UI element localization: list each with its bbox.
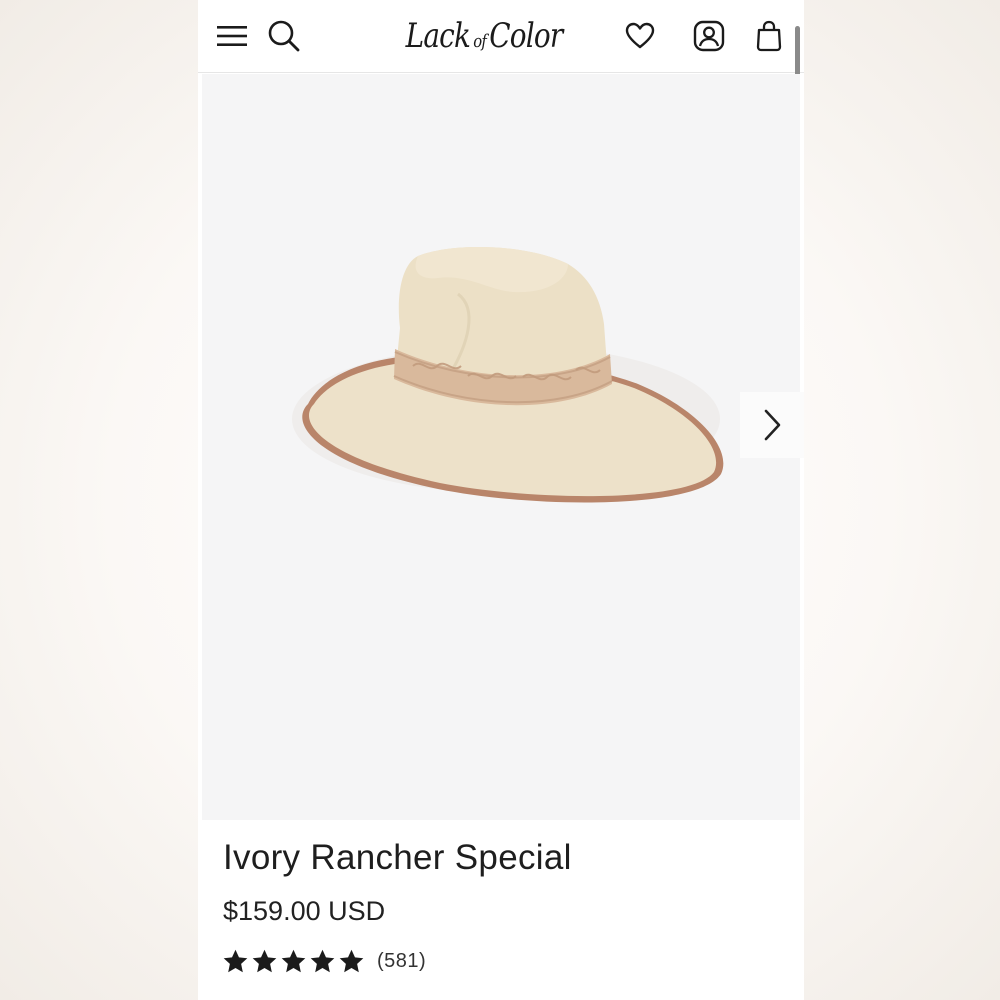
mobile-page: Lack of Color Ivory Rancher Special $159… (198, 0, 804, 1000)
cart-button[interactable] (749, 16, 789, 56)
brand-logo-word: Color (489, 16, 563, 56)
brand-logo[interactable]: Lack of Color (406, 10, 564, 62)
hamburger-menu-icon (217, 26, 247, 46)
brand-logo-word: Lack (405, 16, 471, 56)
search-button[interactable] (264, 16, 304, 56)
product-image-gallery[interactable] (202, 74, 804, 820)
product-title: Ivory Rancher Special (223, 838, 572, 877)
search-icon (268, 20, 300, 52)
product-rating[interactable]: (581) (222, 945, 426, 977)
heart-icon (625, 22, 655, 49)
account-button[interactable] (689, 16, 729, 56)
brand-logo-word: of (473, 30, 487, 52)
site-header: Lack of Color (198, 0, 804, 73)
star-icon (339, 949, 364, 972)
star-icon (310, 949, 335, 972)
star-icon (223, 949, 248, 972)
user-account-icon (693, 20, 725, 52)
star-icon (281, 949, 306, 972)
wishlist-button[interactable] (620, 16, 660, 56)
chevron-right-icon (764, 409, 781, 441)
gallery-next-button[interactable] (740, 392, 804, 458)
review-count[interactable]: (581) (377, 950, 426, 973)
shopping-bag-icon (756, 20, 782, 52)
menu-button[interactable] (212, 16, 252, 56)
star-icon (252, 949, 277, 972)
rating-stars (222, 948, 365, 975)
product-image-hat (292, 246, 724, 503)
product-price: $159.00 USD (223, 896, 386, 926)
